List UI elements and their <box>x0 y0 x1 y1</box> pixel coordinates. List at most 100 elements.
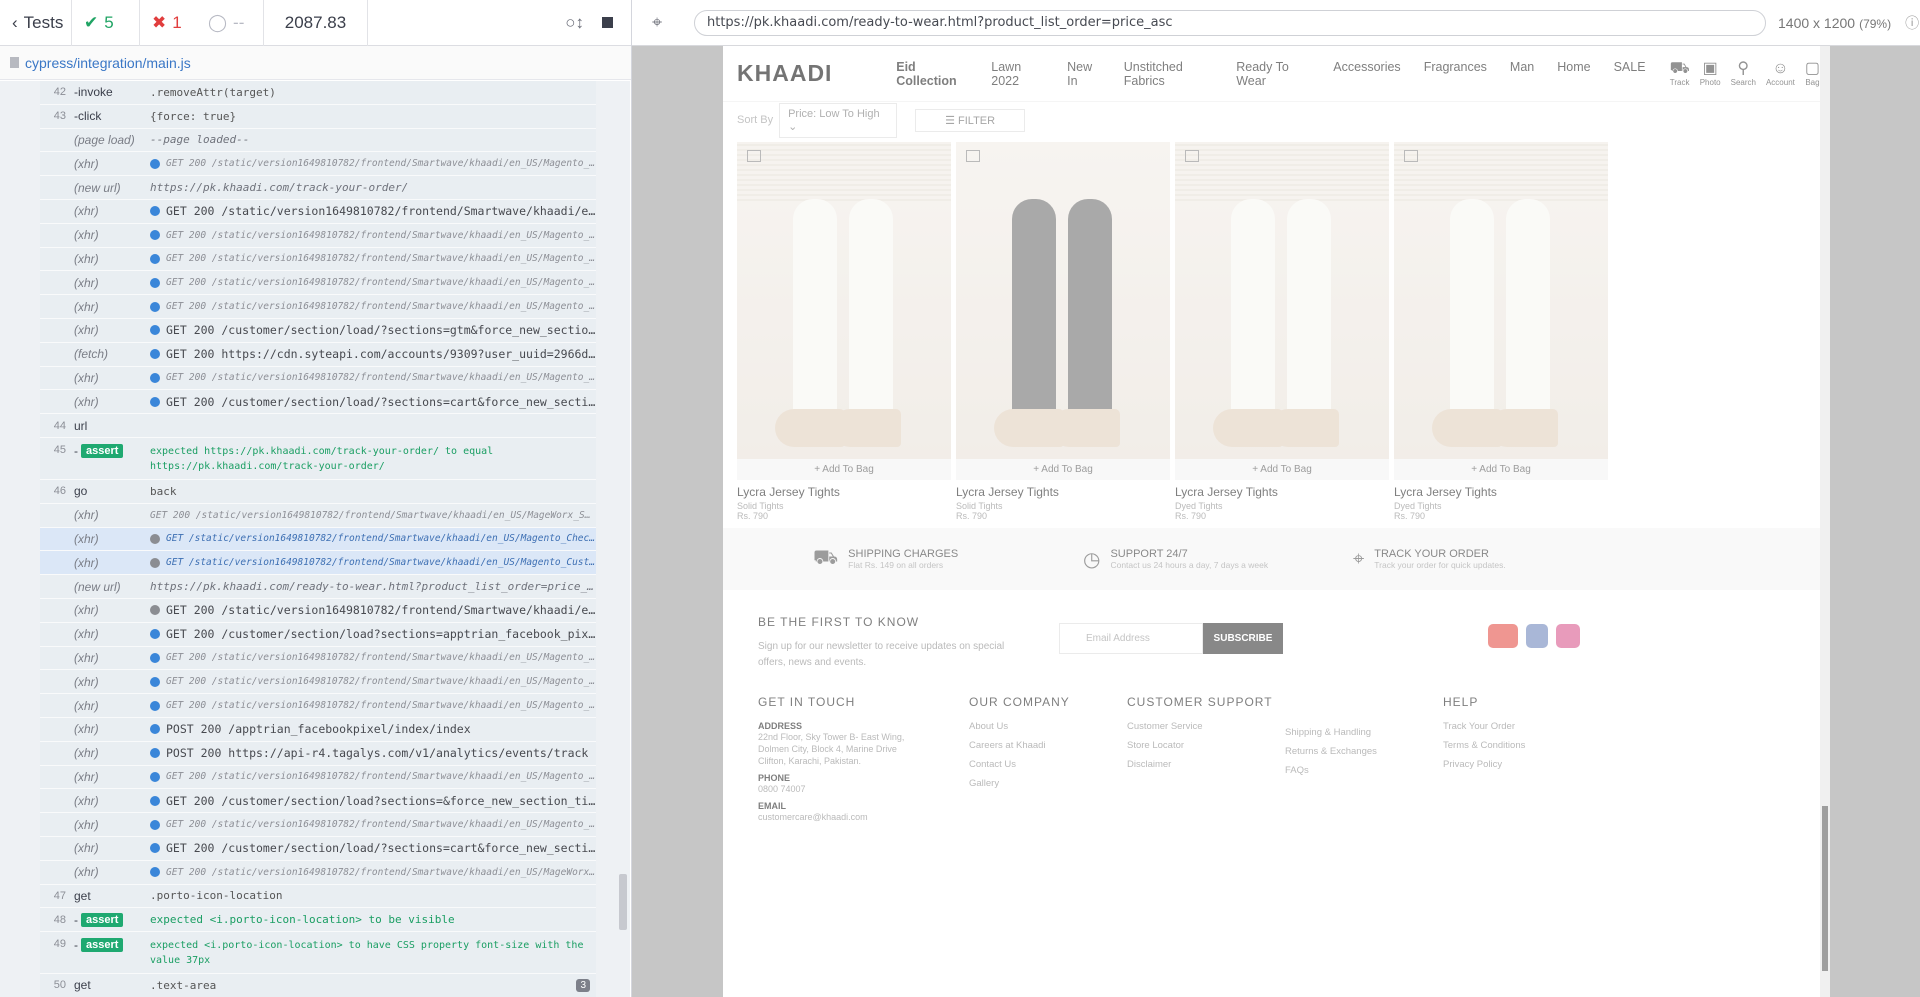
scrollbar-thumb[interactable] <box>619 874 627 930</box>
command-row[interactable]: (xhr) GET 200 /static/version1649810782/f… <box>40 223 596 248</box>
command-row[interactable]: (xhr) GET 200 /customer/section/load?sect… <box>40 622 596 647</box>
add-to-bag-button[interactable]: + Add To Bag <box>1175 459 1389 480</box>
photo-icon[interactable]: ▣ Photo <box>1700 60 1721 87</box>
footer-link[interactable]: Contact Us <box>969 759 1070 770</box>
add-to-bag-button[interactable]: + Add To Bag <box>956 459 1170 480</box>
command-row[interactable]: (xhr) GET 200 /customer/section/load/?sec… <box>40 390 596 415</box>
command-row[interactable]: 46 go back <box>40 479 596 504</box>
command-row[interactable]: 48- assert expected <i.porto-icon-location… <box>40 908 596 933</box>
site-logo[interactable]: KHAADI <box>737 60 896 87</box>
command-row[interactable]: (xhr) GET 200 /static/version1649810782/f… <box>40 247 596 272</box>
command-row[interactable]: 42 -invoke .removeAttr(target) <box>40 81 596 105</box>
nav-item[interactable]: Accessories <box>1333 60 1400 88</box>
aut-scrollbar[interactable] <box>1820 46 1830 997</box>
product-card[interactable]: + Add To Bag Lycra Jersey Tights Solid Tig… <box>737 142 951 521</box>
product-image[interactable] <box>1175 142 1389 459</box>
command-row[interactable]: (page load) --page loaded-- <box>40 128 596 153</box>
nav-item[interactable]: Man <box>1510 60 1534 88</box>
product-card[interactable]: + Add To Bag Lycra Jersey Tights Dyed Tigh… <box>1394 142 1608 521</box>
command-row[interactable]: 44 url <box>40 414 596 438</box>
product-name[interactable]: Lycra Jersey Tights <box>1394 485 1608 499</box>
reporter-scrollbar[interactable] <box>616 54 630 997</box>
nav-item[interactable]: SALE <box>1614 60 1646 88</box>
sort-select[interactable]: Price: Low To High ⌄ <box>779 102 898 138</box>
command-row[interactable]: (xhr) GET /static/version1649810782/front… <box>40 551 596 576</box>
footer-link[interactable]: Privacy Policy <box>1443 759 1525 770</box>
footer-link[interactable]: Track Your Order <box>1443 721 1525 732</box>
product-name[interactable]: Lycra Jersey Tights <box>1175 485 1389 499</box>
email-input[interactable]: Email Address <box>1059 623 1203 654</box>
footer-link[interactable]: Careers at Khaadi <box>969 740 1070 751</box>
command-row[interactable]: (xhr) GET 200 /customer/section/load?sect… <box>40 789 596 814</box>
command-row[interactable]: 45- assert expected https://pk.khaadi.com/… <box>40 437 596 480</box>
product-card[interactable]: + Add To Bag Lycra Jersey Tights Dyed Tigh… <box>1175 142 1389 521</box>
quick-view-icon[interactable] <box>747 150 761 162</box>
command-row[interactable]: (xhr) GET 200 /static/version1649810782/f… <box>40 694 596 718</box>
subscribe-button[interactable]: SUBSCRIBE <box>1203 623 1283 654</box>
nav-item[interactable]: Eid Collection <box>896 60 968 88</box>
nav-item[interactable]: Lawn 2022 <box>991 60 1044 88</box>
bag-icon[interactable]: ▢ Bag <box>1805 60 1820 87</box>
stop-icon[interactable] <box>602 17 613 28</box>
auto-scroll-icon[interactable]: ○↕ <box>565 13 584 33</box>
command-row[interactable]: 47 get .porto-icon-location <box>40 884 596 909</box>
command-row[interactable]: (xhr) GET 200 /static/version1649810782/f… <box>40 670 596 695</box>
footer-link[interactable]: FAQs <box>1285 765 1377 776</box>
nav-item[interactable]: Ready To Wear <box>1236 60 1310 88</box>
add-to-bag-button[interactable]: + Add To Bag <box>737 459 951 480</box>
spec-path-link[interactable]: cypress/integration/main.js <box>25 55 191 71</box>
footer-link[interactable]: Terms & Conditions <box>1443 740 1525 751</box>
footer-link[interactable]: About Us <box>969 721 1070 732</box>
quick-view-icon[interactable] <box>966 150 980 162</box>
command-row[interactable]: 43 -click {force: true} <box>40 104 596 129</box>
command-row[interactable]: (xhr) GET 200 /static/version1649810782/f… <box>40 152 596 177</box>
footer-link[interactable]: Returns & Exchanges <box>1285 746 1377 757</box>
track-icon[interactable]: ⛟ Track <box>1670 60 1690 87</box>
command-row[interactable]: (xhr) GET 200 /static/version1649810782/f… <box>40 765 596 790</box>
footer-link[interactable]: Customer Service <box>1127 721 1273 732</box>
youtube-icon[interactable] <box>1488 624 1518 648</box>
command-row[interactable]: (xhr) GET /static/version1649810782/front… <box>40 527 596 552</box>
facebook-icon[interactable] <box>1526 624 1548 648</box>
command-row[interactable]: (xhr) GET 200 /static/version1649810782/f… <box>40 295 596 319</box>
filter-button[interactable]: ☰ FILTER <box>915 108 1026 132</box>
nav-item[interactable]: Unstitched Fabrics <box>1124 60 1213 88</box>
product-card[interactable]: + Add To Bag Lycra Jersey Tights Solid Tig… <box>956 142 1170 521</box>
command-row[interactable]: (xhr) GET 200 /static/version1649810782/f… <box>40 366 596 391</box>
nav-item[interactable]: New In <box>1067 60 1101 88</box>
command-row[interactable]: 50 get .text-area 3 <box>40 974 596 997</box>
footer-link[interactable]: Shipping & Handling <box>1285 727 1377 738</box>
selector-playground-icon[interactable]: ⌖ <box>652 12 682 33</box>
product-name[interactable]: Lycra Jersey Tights <box>956 485 1170 499</box>
nav-item[interactable]: Home <box>1557 60 1590 88</box>
tests-button[interactable]: ‹ Tests <box>0 0 72 46</box>
account-icon[interactable]: ☺ Account <box>1766 60 1795 87</box>
product-name[interactable]: Lycra Jersey Tights <box>737 485 951 499</box>
add-to-bag-button[interactable]: + Add To Bag <box>1394 459 1608 480</box>
command-row[interactable]: (xhr) GET 200 /static/version1649810782/f… <box>40 598 596 623</box>
quick-view-icon[interactable] <box>1185 150 1199 162</box>
command-row[interactable]: (new url) https://pk.khaadi.com/track-you… <box>40 176 596 200</box>
quick-view-icon[interactable] <box>1404 150 1418 162</box>
command-row[interactable]: (xhr) GET 200 /static/version1649810782/f… <box>40 199 596 224</box>
footer-link[interactable]: Gallery <box>969 778 1070 789</box>
command-row[interactable]: (xhr) GET 200 /customer/section/load/?sec… <box>40 836 596 861</box>
command-row[interactable]: (xhr) GET 200 /customer/section/load/?sec… <box>40 318 596 343</box>
footer-link[interactable]: Disclaimer <box>1127 759 1273 770</box>
product-image[interactable] <box>1394 142 1608 459</box>
command-row[interactable]: (xhr) GET 200 /static/version1649810782/f… <box>40 503 596 528</box>
command-row[interactable]: 49- assert expected <i.porto-icon-location… <box>40 932 596 975</box>
command-row[interactable]: (xhr) GET 200 /static/version1649810782/f… <box>40 813 596 837</box>
search-icon[interactable]: ⚲ Search <box>1731 60 1756 87</box>
aut-scrollbar-thumb[interactable] <box>1822 806 1828 971</box>
command-row[interactable]: (xhr) GET 200 /static/version1649810782/f… <box>40 860 596 885</box>
product-image[interactable] <box>956 142 1170 459</box>
command-row[interactable]: (fetch) GET 200 https://cdn.syteapi.com/a… <box>40 342 596 367</box>
command-row[interactable]: (xhr) POST 200 /apptrian_facebookpixel/in… <box>40 717 596 742</box>
product-image[interactable] <box>737 142 951 459</box>
command-row[interactable]: (xhr) GET 200 /static/version1649810782/f… <box>40 271 596 296</box>
command-row[interactable]: (xhr) GET 200 /static/version1649810782/f… <box>40 646 596 671</box>
command-row[interactable]: (xhr) POST 200 https://api-r4.tagalys.com… <box>40 741 596 766</box>
instagram-icon[interactable] <box>1556 624 1580 648</box>
info-icon[interactable]: ⓘ <box>1905 13 1919 33</box>
